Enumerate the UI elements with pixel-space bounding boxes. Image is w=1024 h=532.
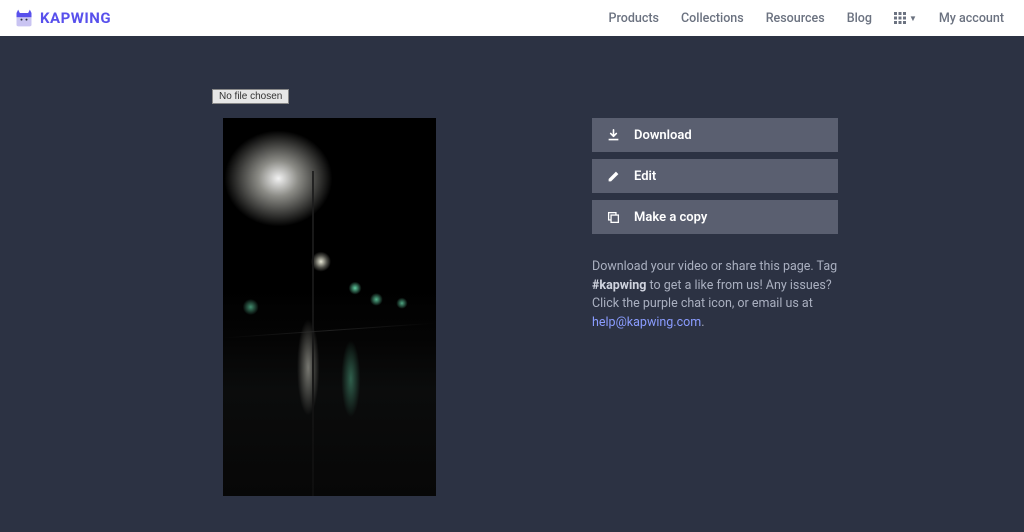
help-email[interactable]: help@kapwing.com — [592, 315, 701, 330]
download-label: Download — [634, 128, 692, 143]
copy-icon — [606, 210, 620, 224]
top-nav: KAPWING Products Collections Resources B… — [0, 0, 1024, 36]
edit-icon — [606, 169, 620, 183]
make-copy-label: Make a copy — [634, 210, 707, 225]
nav-products[interactable]: Products — [609, 11, 659, 26]
video-frame — [223, 118, 436, 496]
file-chooser-label[interactable]: No file chosen — [212, 89, 289, 104]
help-text: Download your video or share this page. … — [592, 258, 838, 332]
nav-my-account[interactable]: My account — [939, 11, 1004, 26]
nav-links: Products Collections Resources Blog ▼ My… — [609, 11, 1004, 26]
brand[interactable]: KAPWING — [14, 8, 111, 28]
help-hashtag: #kapwing — [592, 278, 646, 293]
video-preview[interactable] — [223, 118, 436, 496]
nav-blog[interactable]: Blog — [847, 11, 872, 26]
main-area: No file chosen Download Edit — [0, 36, 1024, 532]
chevron-down-icon: ▼ — [909, 14, 917, 23]
grid-icon — [894, 12, 906, 24]
brand-text: KAPWING — [40, 9, 111, 27]
action-panel: Download Edit Make a copy Download your … — [592, 118, 838, 332]
help-period: . — [701, 315, 704, 330]
edit-button[interactable]: Edit — [592, 159, 838, 193]
nav-collections[interactable]: Collections — [681, 11, 744, 26]
brand-logo-icon — [14, 8, 34, 28]
nav-apps-dropdown[interactable]: ▼ — [894, 12, 917, 24]
edit-label: Edit — [634, 169, 656, 184]
download-button[interactable]: Download — [592, 118, 838, 152]
help-line1: Download your video or share this page. … — [592, 259, 837, 274]
nav-resources[interactable]: Resources — [766, 11, 825, 26]
download-icon — [606, 128, 620, 142]
make-copy-button[interactable]: Make a copy — [592, 200, 838, 234]
